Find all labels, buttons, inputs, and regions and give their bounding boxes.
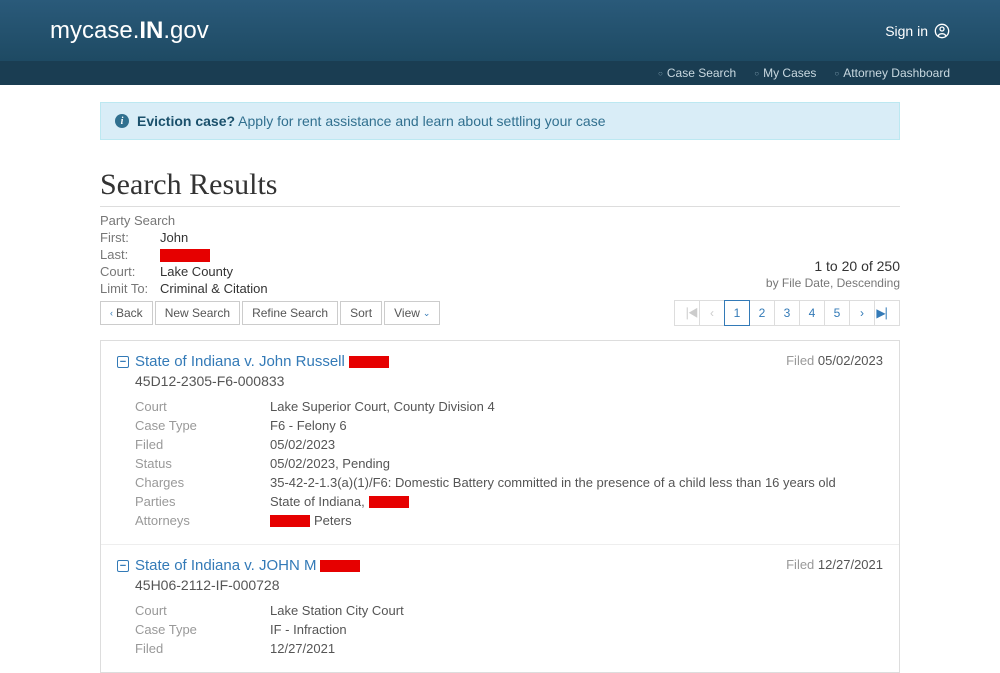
eviction-alert: i Eviction case? Apply for rent assistan… bbox=[100, 102, 900, 140]
detail-parties-value: State of Indiana, bbox=[270, 494, 883, 509]
page-3-button[interactable]: 3 bbox=[774, 300, 800, 326]
result-item: − State of Indiana v. JOHN M 45H06-2112-… bbox=[101, 545, 899, 672]
detail-court-label: Court bbox=[135, 603, 270, 618]
nav-attorney-dashboard[interactable]: Attorney Dashboard bbox=[834, 66, 950, 80]
first-label: First: bbox=[100, 230, 160, 245]
detail-type-label: Case Type bbox=[135, 622, 270, 637]
detail-charges-label: Charges bbox=[135, 475, 270, 490]
search-type: Party Search bbox=[100, 213, 900, 228]
sort-button[interactable]: Sort bbox=[340, 301, 382, 325]
detail-charges-value: 35-42-2-1.3(a)(1)/F6: Domestic Battery c… bbox=[270, 475, 883, 490]
view-button[interactable]: View⌄ bbox=[384, 301, 440, 325]
limit-label: Limit To: bbox=[100, 281, 160, 296]
info-icon: i bbox=[115, 114, 129, 128]
detail-filed-value: 05/02/2023 bbox=[270, 437, 883, 452]
user-circle-icon bbox=[934, 23, 950, 39]
detail-parties-label: Parties bbox=[135, 494, 270, 509]
detail-court-label: Court bbox=[135, 399, 270, 414]
chevron-left-icon: ‹ bbox=[110, 308, 113, 318]
redacted-block bbox=[160, 249, 210, 262]
new-search-button[interactable]: New Search bbox=[155, 301, 240, 325]
page-4-button[interactable]: 4 bbox=[799, 300, 825, 326]
redacted-block bbox=[369, 496, 409, 508]
filed-info: Filed 05/02/2023 bbox=[786, 353, 883, 368]
filed-info: Filed 12/27/2021 bbox=[786, 557, 883, 572]
detail-attorneys-label: Attorneys bbox=[135, 513, 270, 528]
detail-court-value: Lake Station City Court bbox=[270, 603, 883, 618]
redacted-block bbox=[320, 560, 360, 572]
sign-in-label: Sign in bbox=[885, 23, 928, 39]
results-list: − State of Indiana v. John Russell 45D12… bbox=[100, 340, 900, 673]
page-title: Search Results bbox=[100, 168, 900, 202]
collapse-icon[interactable]: − bbox=[117, 356, 129, 368]
last-label: Last: bbox=[100, 247, 160, 262]
first-value: John bbox=[160, 230, 188, 245]
pagination: ⎹◀ ‹ 1 2 3 4 5 › ▶⎸ bbox=[675, 300, 900, 326]
detail-type-label: Case Type bbox=[135, 418, 270, 433]
detail-filed-label: Filed bbox=[135, 437, 270, 452]
detail-status-label: Status bbox=[135, 456, 270, 471]
detail-filed-value: 12/27/2021 bbox=[270, 641, 883, 656]
back-button[interactable]: ‹Back bbox=[100, 301, 153, 325]
court-value: Lake County bbox=[160, 264, 233, 279]
detail-status-value: 05/02/2023, Pending bbox=[270, 456, 883, 471]
redacted-block bbox=[270, 515, 310, 527]
page-1-button[interactable]: 1 bbox=[724, 300, 750, 326]
page-first-button[interactable]: ⎹◀ bbox=[674, 300, 700, 326]
chevron-down-icon: ⌄ bbox=[423, 308, 431, 319]
alert-bold-text: Eviction case? bbox=[137, 113, 235, 129]
nav-my-cases[interactable]: My Cases bbox=[754, 66, 816, 80]
collapse-icon[interactable]: − bbox=[117, 560, 129, 572]
nav-case-search[interactable]: Case Search bbox=[658, 66, 736, 80]
page-next-button[interactable]: › bbox=[849, 300, 875, 326]
sign-in-link[interactable]: Sign in bbox=[885, 23, 950, 39]
detail-filed-label: Filed bbox=[135, 641, 270, 656]
redacted-block bbox=[349, 356, 389, 368]
refine-search-button[interactable]: Refine Search bbox=[242, 301, 338, 325]
alert-link[interactable]: Apply for rent assistance and learn abou… bbox=[238, 113, 605, 129]
case-title-link[interactable]: State of Indiana v. JOHN M bbox=[135, 557, 360, 574]
court-label: Court: bbox=[100, 264, 160, 279]
limit-value: Criminal & Citation bbox=[160, 281, 268, 296]
case-number: 45H06-2112-IF-000728 bbox=[135, 577, 780, 593]
case-title-link[interactable]: State of Indiana v. John Russell bbox=[135, 353, 389, 370]
action-button-group: ‹Back New Search Refine Search Sort View… bbox=[100, 301, 440, 325]
detail-attorneys-value: Peters bbox=[270, 513, 883, 528]
result-item: − State of Indiana v. John Russell 45D12… bbox=[101, 341, 899, 545]
last-value bbox=[160, 247, 210, 262]
case-number: 45D12-2305-F6-000833 bbox=[135, 373, 780, 389]
title-divider bbox=[100, 206, 900, 207]
detail-court-value: Lake Superior Court, County Division 4 bbox=[270, 399, 883, 414]
page-5-button[interactable]: 5 bbox=[824, 300, 850, 326]
detail-type-value: IF - Infraction bbox=[270, 622, 883, 637]
page-2-button[interactable]: 2 bbox=[749, 300, 775, 326]
detail-type-value: F6 - Felony 6 bbox=[270, 418, 883, 433]
page-last-button[interactable]: ▶⎸ bbox=[874, 300, 900, 326]
page-prev-button[interactable]: ‹ bbox=[699, 300, 725, 326]
site-logo[interactable]: mycase.IN.gov bbox=[50, 17, 209, 45]
